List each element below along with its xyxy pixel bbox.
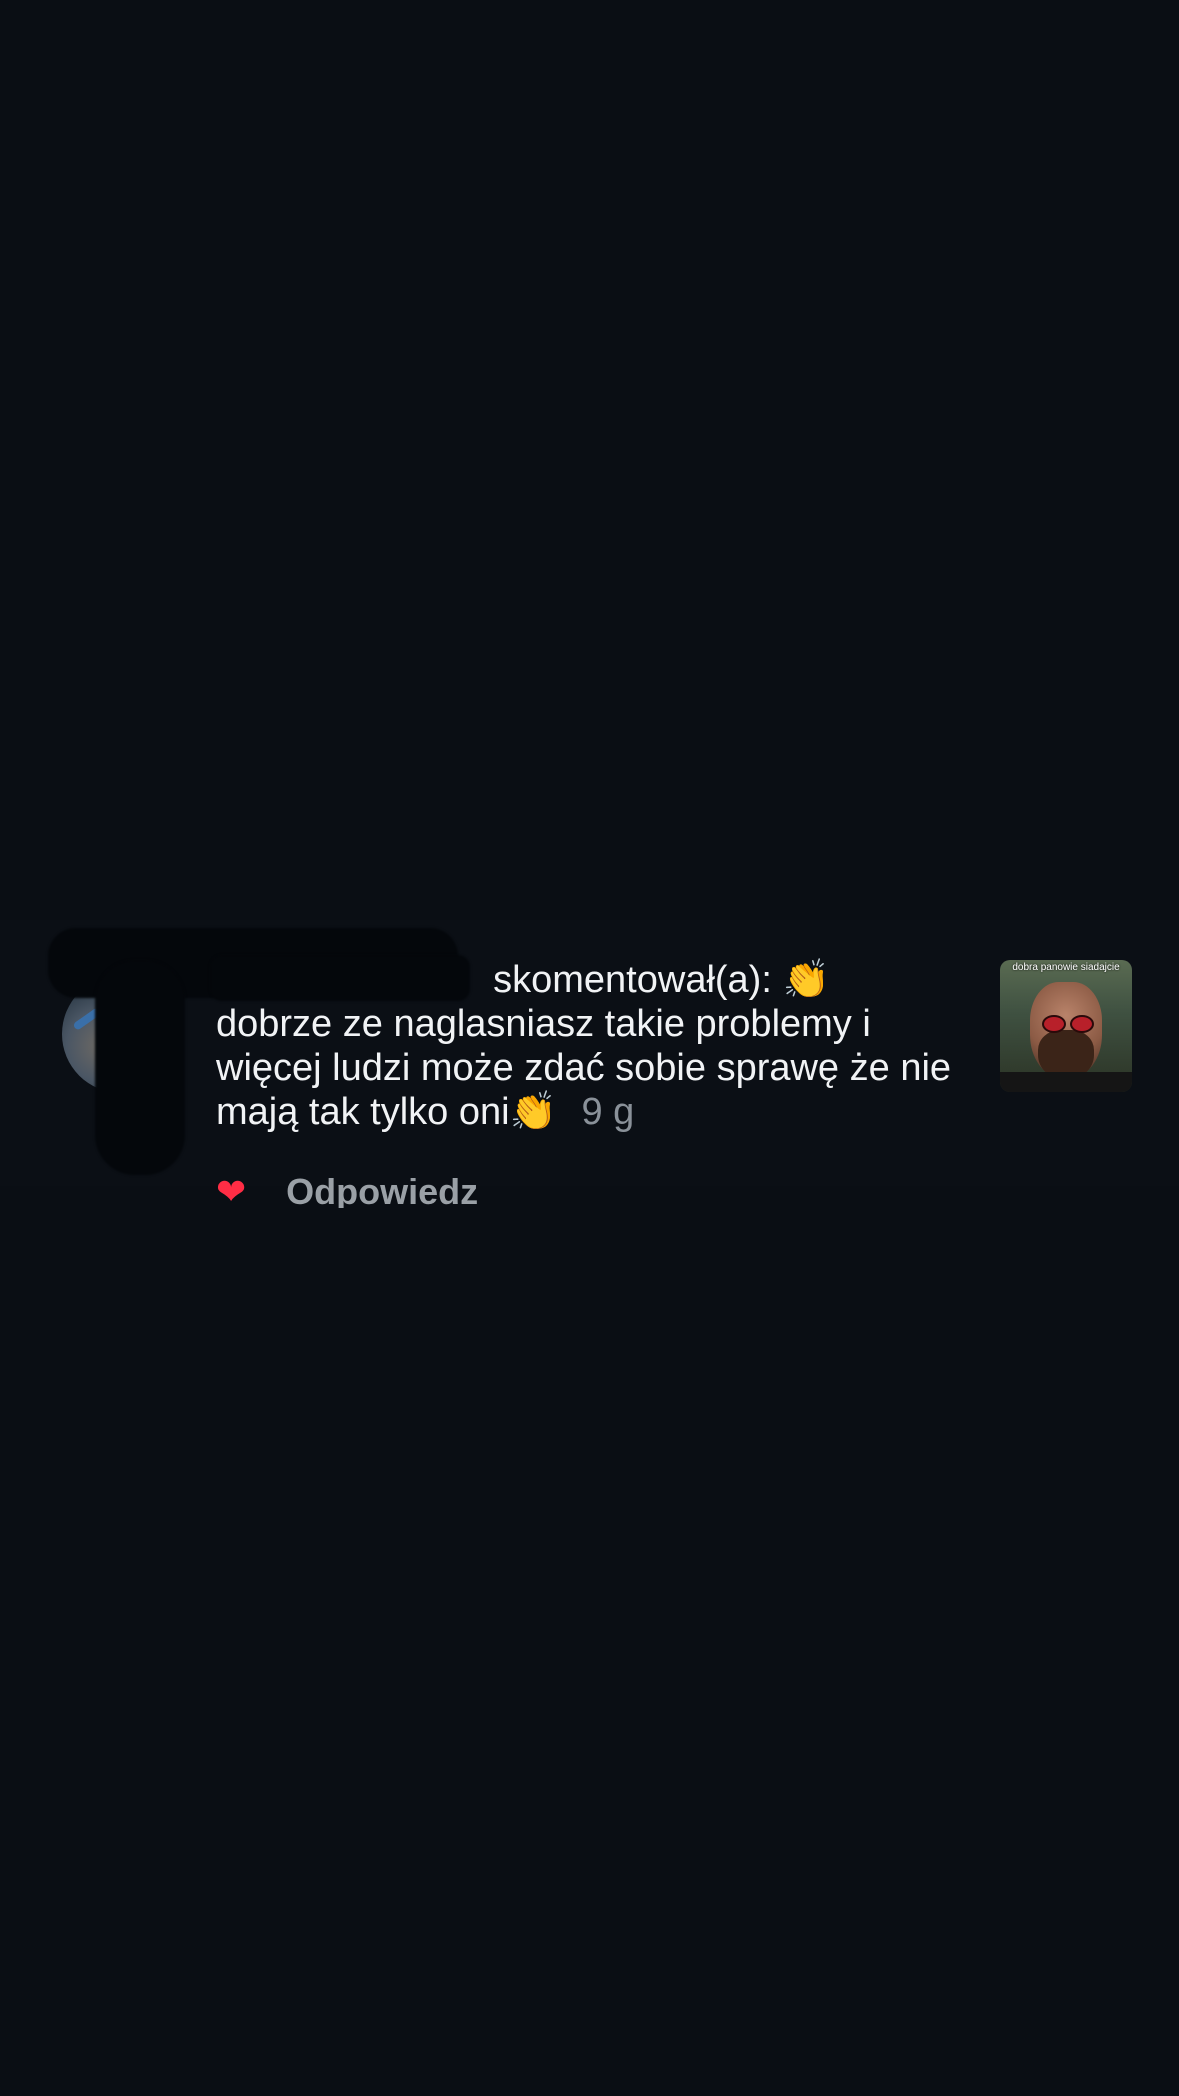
action-text: skomentował(a): <box>493 959 772 1001</box>
clap-emoji: 👏 <box>782 959 830 1001</box>
reply-button[interactable]: Odpowiedz <box>286 1178 478 1208</box>
heart-icon[interactable]: ❤ <box>216 1178 246 1208</box>
thumbnail-glasses <box>1070 1015 1094 1033</box>
clap-emoji: 👏 <box>509 1091 557 1133</box>
timestamp: 9 g <box>581 1091 635 1133</box>
thumbnail-glasses <box>1042 1015 1066 1033</box>
comment-actions: ❤ Odpowiedz <box>216 1178 478 1208</box>
redaction <box>210 955 470 1001</box>
thumbnail-shirt <box>1000 1072 1132 1092</box>
redaction <box>95 960 185 1175</box>
post-thumbnail[interactable]: dobra panowie siadajcie <box>1000 960 1132 1092</box>
thumbnail-caption: dobra panowie siadajcie <box>1012 962 1120 973</box>
screen: skomentował(a): 👏 dobrze ze naglasniasz … <box>0 0 1179 2096</box>
